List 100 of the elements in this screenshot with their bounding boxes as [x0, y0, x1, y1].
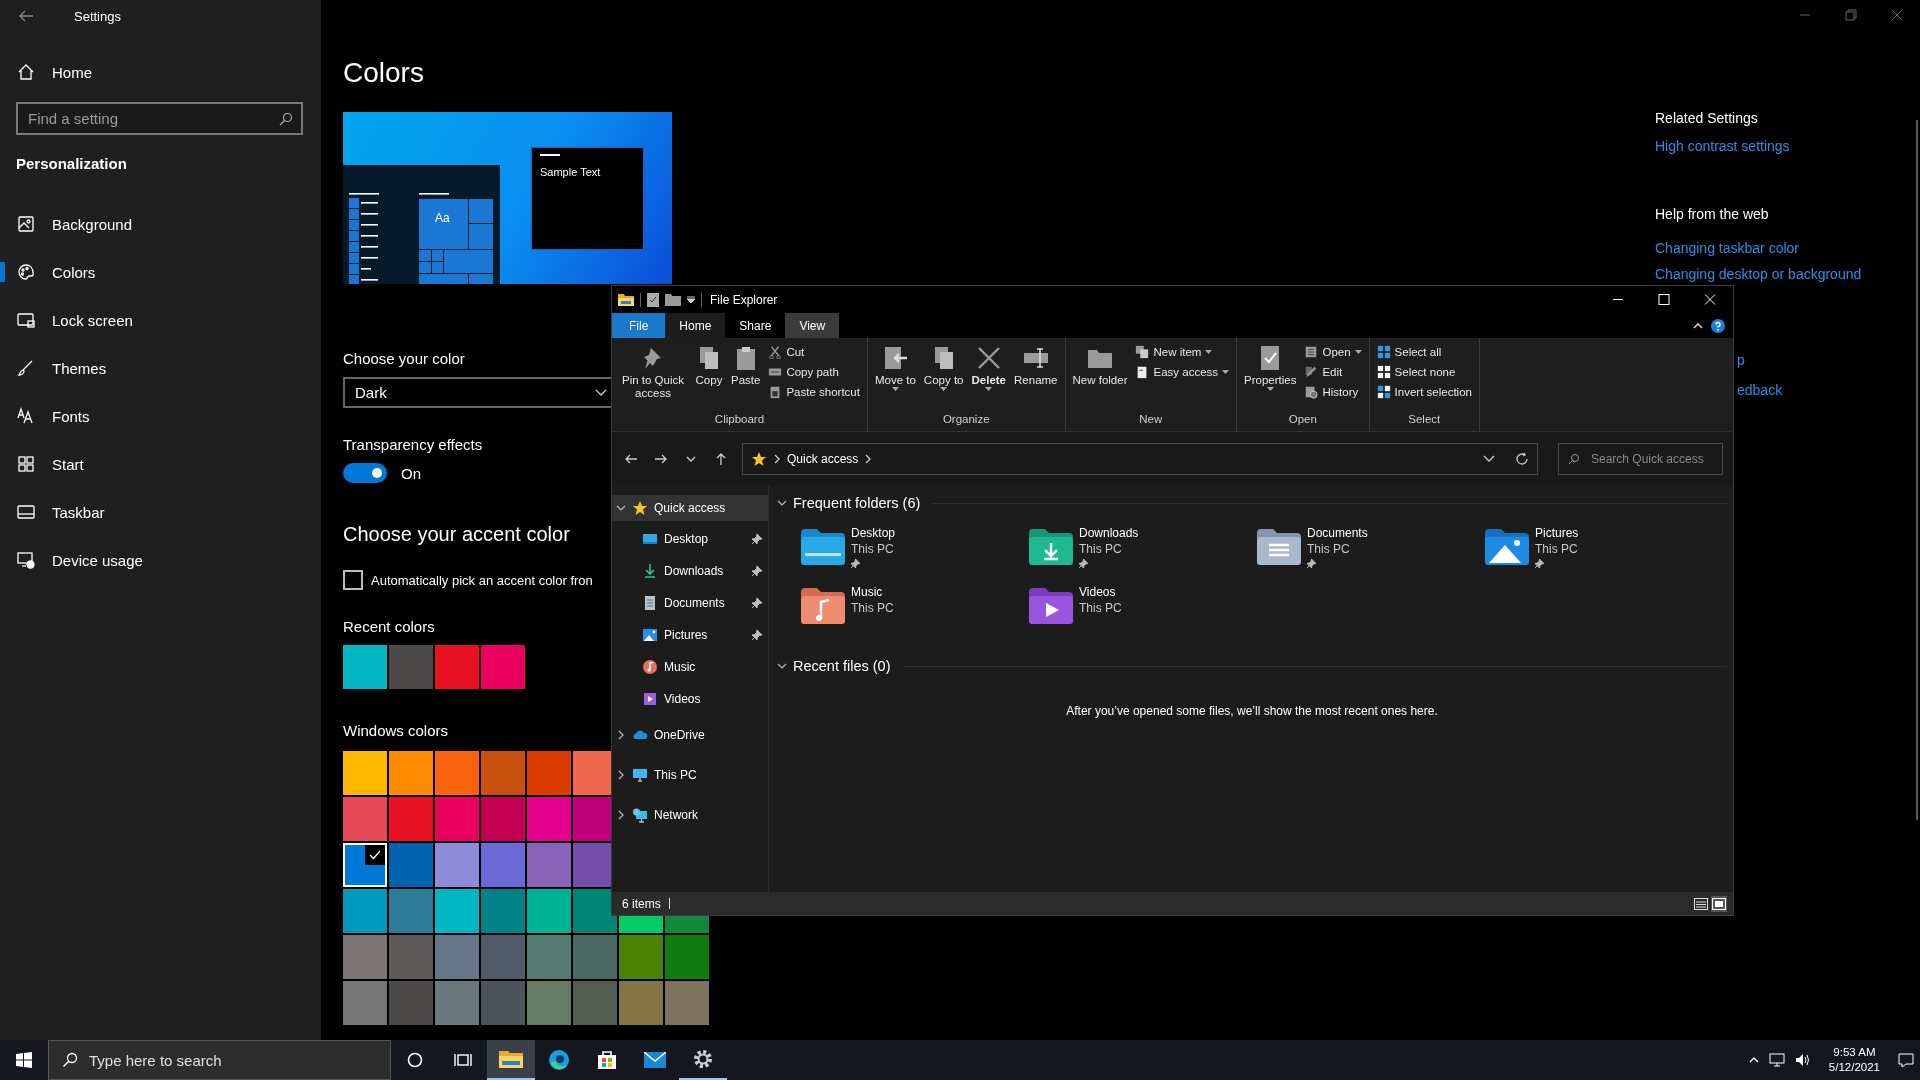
chevron-right-icon[interactable]: [616, 770, 626, 780]
color-swatch[interactable]: [527, 843, 571, 887]
notification-icon[interactable]: [1898, 1052, 1914, 1068]
ribbon-button[interactable]: Rename: [1011, 342, 1061, 413]
color-swatch[interactable]: [481, 843, 525, 887]
ribbon-button[interactable]: Cut: [765, 343, 863, 361]
color-swatch[interactable]: [527, 751, 571, 795]
chevron-right-icon[interactable]: [616, 810, 626, 820]
color-swatch[interactable]: [435, 889, 479, 933]
ribbon-button[interactable]: Delete: [968, 342, 1010, 413]
color-swatch[interactable]: [435, 843, 479, 887]
ribbon-tab[interactable]: Home: [665, 313, 726, 338]
ribbon-button[interactable]: Paste: [728, 342, 764, 413]
ribbon-button[interactable]: Move to: [871, 342, 919, 413]
color-swatch[interactable]: [481, 797, 525, 841]
link[interactable]: Changing desktop or background: [1655, 266, 1862, 282]
details-view-button[interactable]: [1693, 895, 1709, 912]
color-swatch[interactable]: [527, 981, 571, 1025]
chevron-down-icon[interactable]: [616, 503, 626, 513]
color-swatch[interactable]: [527, 797, 571, 841]
color-swatch[interactable]: [435, 645, 479, 689]
taskbar-app-button[interactable]: [487, 1040, 535, 1080]
large-icons-view-button[interactable]: [1711, 895, 1727, 912]
ribbon-tab[interactable]: Share: [725, 313, 786, 338]
color-swatch[interactable]: [389, 751, 433, 795]
tree-item[interactable]: Quick access: [612, 495, 768, 521]
color-swatch[interactable]: [343, 645, 387, 689]
network-icon[interactable]: [1768, 1053, 1785, 1067]
link[interactable]: edback: [1737, 382, 1783, 398]
home-nav-item[interactable]: Home: [0, 52, 321, 92]
chevron-down-icon[interactable]: [1483, 454, 1495, 463]
color-swatch[interactable]: [435, 981, 479, 1025]
sidebar-item[interactable]: Colors: [0, 248, 321, 296]
section-header[interactable]: Frequent folders (6): [777, 491, 1727, 515]
section-header[interactable]: Recent files (0): [777, 654, 1727, 679]
color-swatch[interactable]: [389, 797, 433, 841]
color-swatch[interactable]: [343, 981, 387, 1025]
sidebar-item[interactable]: Background: [0, 200, 321, 248]
sidebar-item[interactable]: Fonts: [0, 392, 321, 440]
tree-item[interactable]: Music: [612, 651, 768, 683]
folder-tile[interactable]: Pictures This PC: [1485, 525, 1713, 568]
link[interactable]: Changing taskbar color: [1655, 240, 1799, 256]
sidebar-item[interactable]: Start: [0, 440, 321, 488]
ribbon-button[interactable]: Copy: [692, 342, 726, 413]
tree-item[interactable]: This PC: [612, 755, 768, 795]
color-swatch[interactable]: [343, 889, 387, 933]
scrollbar[interactable]: [1916, 120, 1918, 820]
sidebar-item[interactable]: Themes: [0, 344, 321, 392]
color-swatch[interactable]: [481, 935, 525, 979]
color-swatch[interactable]: [573, 797, 611, 841]
sidebar-item[interactable]: Lock screen: [0, 296, 321, 344]
ribbon-button[interactable]: Properties: [1241, 342, 1300, 413]
color-swatch[interactable]: [389, 889, 433, 933]
color-swatch[interactable]: [619, 935, 663, 979]
color-swatch[interactable]: [481, 981, 525, 1025]
chevron-up-icon[interactable]: [1693, 321, 1703, 330]
ribbon-button[interactable]: Edit: [1301, 363, 1365, 381]
tree-item[interactable]: Desktop: [612, 523, 768, 555]
ribbon-tab[interactable]: View: [785, 313, 840, 338]
color-swatch[interactable]: [343, 751, 387, 795]
color-swatch[interactable]: [389, 981, 433, 1025]
ribbon-button[interactable]: Copy path: [765, 363, 863, 381]
color-swatch[interactable]: [527, 935, 571, 979]
checkbox[interactable]: [343, 570, 363, 590]
color-swatch[interactable]: [343, 935, 387, 979]
color-swatch[interactable]: [389, 935, 433, 979]
color-swatch[interactable]: [573, 889, 617, 933]
color-swatch[interactable]: [343, 797, 387, 841]
ribbon-button[interactable]: Copy to: [920, 342, 967, 413]
color-swatch[interactable]: [389, 645, 433, 689]
ribbon-button[interactable]: Pin to Quick access: [616, 342, 690, 413]
tree-item[interactable]: Documents: [612, 587, 768, 619]
color-swatch[interactable]: [481, 751, 525, 795]
color-swatch[interactable]: [573, 751, 611, 795]
color-swatch[interactable]: [619, 981, 663, 1025]
color-swatch[interactable]: [573, 843, 611, 887]
search-field[interactable]: Search Quick access: [1558, 442, 1723, 475]
color-swatch[interactable]: [343, 843, 387, 887]
folder-tile[interactable]: Desktop This PC: [801, 525, 1029, 568]
link[interactable]: p: [1737, 352, 1745, 368]
ribbon-button[interactable]: Paste shortcut: [765, 383, 863, 401]
tree-item[interactable]: OneDrive: [612, 715, 768, 755]
color-swatch[interactable]: [573, 981, 617, 1025]
help-icon[interactable]: [1711, 318, 1725, 333]
color-swatch[interactable]: [665, 935, 709, 979]
sidebar-item[interactable]: Device usage: [0, 536, 321, 584]
ribbon-button[interactable]: New item: [1132, 343, 1233, 361]
refresh-icon[interactable]: [1515, 451, 1529, 466]
ribbon-button[interactable]: Easy access: [1132, 363, 1233, 381]
breadcrumb[interactable]: Quick access: [787, 451, 859, 466]
link[interactable]: High contrast settings: [1655, 138, 1790, 154]
address-bar[interactable]: Quick access: [742, 442, 1538, 475]
ribbon-button[interactable]: Invert selection: [1373, 383, 1475, 401]
tree-item[interactable]: Pictures: [612, 619, 768, 651]
taskbar-search-field[interactable]: Type here to search: [48, 1040, 391, 1080]
ribbon-button[interactable]: Select all: [1373, 343, 1475, 361]
tree-item[interactable]: Network: [612, 795, 768, 835]
search-field[interactable]: Find a setting: [16, 102, 303, 135]
caret-icon[interactable]: [687, 295, 695, 304]
clock-time[interactable]: 9:53 AM: [1833, 1045, 1876, 1060]
